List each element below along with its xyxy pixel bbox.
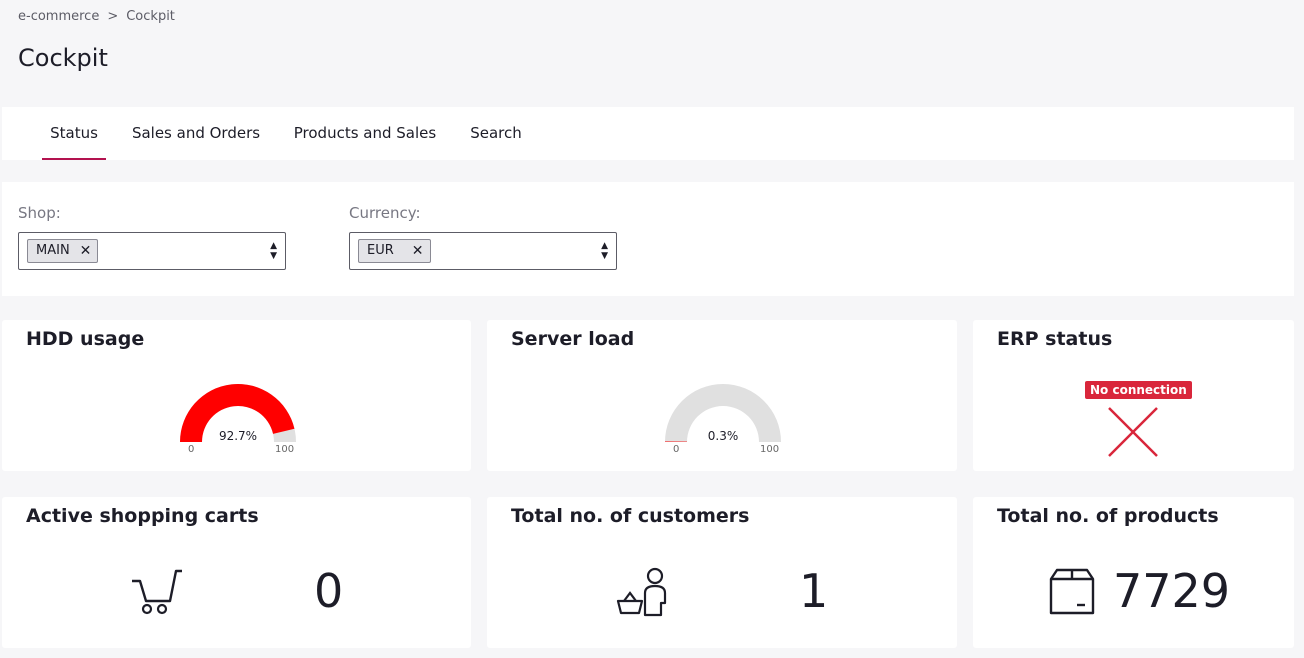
customers-count: 1 bbox=[799, 564, 829, 618]
box-icon bbox=[1047, 567, 1097, 617]
shop-label: Shop: bbox=[18, 204, 61, 222]
breadcrumb-parent[interactable]: e-commerce bbox=[18, 9, 99, 24]
card-title: Total no. of products bbox=[997, 505, 1219, 527]
tab-products-and-sales[interactable]: Products and Sales bbox=[292, 107, 438, 160]
customer-icon bbox=[615, 567, 671, 617]
filter-panel: Shop: MAIN ✕ ▲ ▼ Currency: EUR ✕ ▲ ▼ bbox=[2, 182, 1294, 296]
tab-status[interactable]: Status bbox=[42, 107, 106, 160]
currency-select[interactable]: EUR ✕ ▲ ▼ bbox=[349, 232, 617, 270]
x-icon bbox=[1107, 406, 1159, 458]
hdd-usage-card: HDD usage 92.7% 0 100 bbox=[2, 320, 471, 471]
status-badge: No connection bbox=[1085, 381, 1192, 399]
card-title: ERP status bbox=[997, 328, 1113, 350]
server-load-card: Server load 0.3% 0 100 bbox=[487, 320, 957, 471]
currency-chip: EUR ✕ bbox=[358, 239, 431, 263]
gauge-max: 100 bbox=[275, 444, 295, 455]
card-title: Active shopping carts bbox=[26, 505, 259, 527]
gauge-min: 0 bbox=[673, 444, 680, 455]
shop-select[interactable]: MAIN ✕ ▲ ▼ bbox=[18, 232, 286, 270]
currency-label: Currency: bbox=[349, 204, 421, 222]
card-title: Total no. of customers bbox=[511, 505, 750, 527]
card-title: HDD usage bbox=[26, 328, 145, 350]
breadcrumb-separator: > bbox=[107, 9, 119, 24]
card-title: Server load bbox=[511, 328, 635, 350]
gauge-value: 92.7% bbox=[218, 429, 258, 443]
cart-icon bbox=[130, 567, 184, 617]
products-count: 7729 bbox=[1113, 564, 1231, 618]
gauge-min: 0 bbox=[188, 444, 195, 455]
remove-currency-icon[interactable]: ✕ bbox=[412, 240, 424, 262]
total-products-card: Total no. of products 7729 bbox=[973, 497, 1294, 648]
gauge-max: 100 bbox=[760, 444, 780, 455]
shop-chip: MAIN ✕ bbox=[27, 239, 99, 263]
remove-shop-icon[interactable]: ✕ bbox=[80, 240, 92, 262]
currency-chip-label: EUR bbox=[367, 243, 394, 258]
breadcrumb-current: Cockpit bbox=[126, 9, 175, 24]
tab-search[interactable]: Search bbox=[468, 107, 524, 160]
erp-status-card: ERP status No connection bbox=[973, 320, 1294, 471]
gauge-value: 0.3% bbox=[707, 429, 739, 443]
carts-count: 0 bbox=[314, 564, 344, 618]
shop-chip-label: MAIN bbox=[36, 243, 70, 258]
total-customers-card: Total no. of customers 1 bbox=[487, 497, 957, 648]
tab-bar: Status Sales and Orders Products and Sal… bbox=[2, 107, 1294, 160]
page-title: Cockpit bbox=[18, 44, 108, 72]
sort-arrows-icon[interactable]: ▲ ▼ bbox=[270, 241, 277, 261]
breadcrumb: e-commerce > Cockpit bbox=[18, 9, 175, 24]
active-carts-card: Active shopping carts 0 bbox=[2, 497, 471, 648]
tab-sales-and-orders[interactable]: Sales and Orders bbox=[130, 107, 262, 160]
sort-arrows-icon[interactable]: ▲ ▼ bbox=[601, 241, 608, 261]
